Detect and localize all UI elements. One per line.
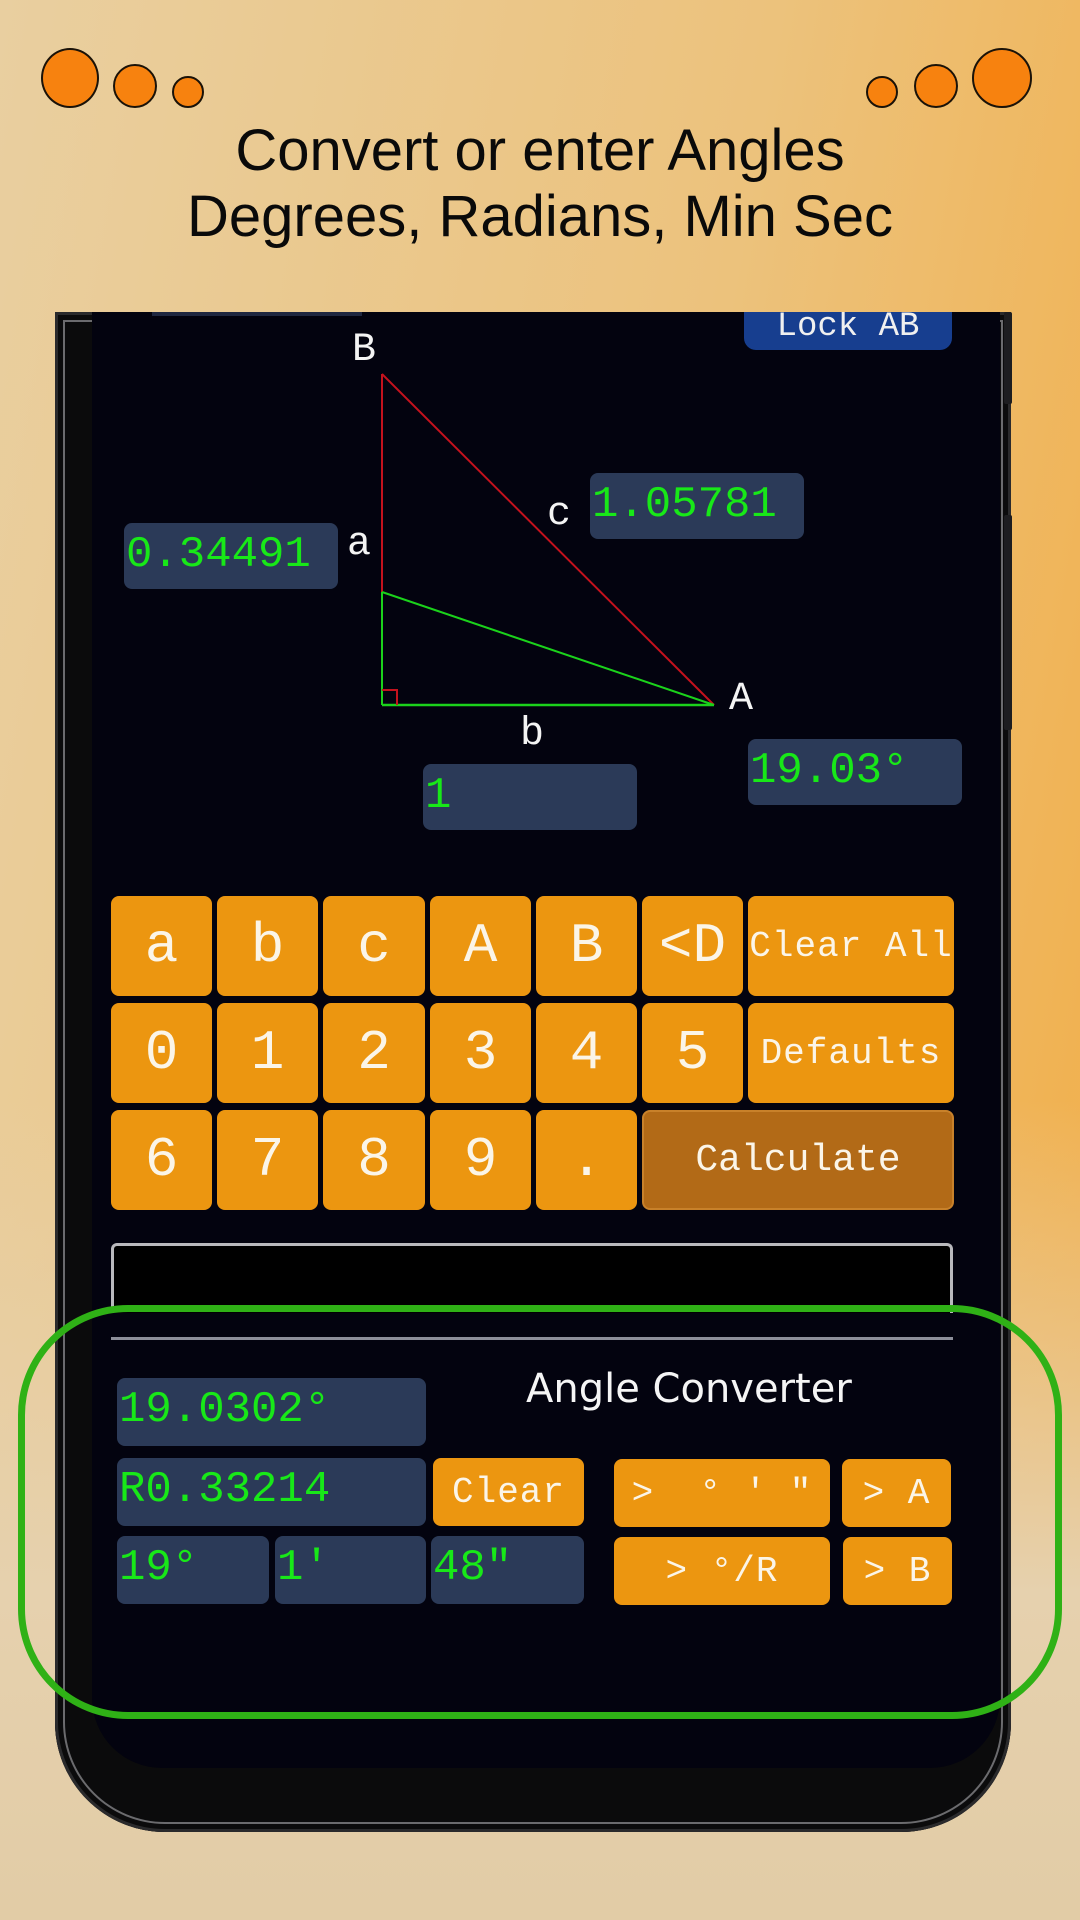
degrees-field[interactable]: 19.0302°: [117, 1378, 426, 1446]
key-A[interactable]: A: [430, 896, 531, 996]
dms-seconds-field[interactable]: 48": [431, 1536, 584, 1604]
key-backspace[interactable]: <D: [642, 896, 743, 996]
side-c-field[interactable]: 1.05781: [590, 473, 804, 539]
key-3[interactable]: 3: [430, 1003, 531, 1103]
decorative-dot-small-right: [866, 76, 898, 108]
phone-volume-button: [1004, 312, 1012, 404]
vertex-label-A: A: [729, 677, 754, 722]
bisector-line: [381, 591, 715, 706]
decorative-dot-small-left: [172, 76, 204, 108]
send-to-A-button[interactable]: > A: [842, 1459, 951, 1527]
phone-power-button: [1004, 515, 1012, 730]
convert-to-deg-rad-button[interactable]: > °/R: [614, 1537, 830, 1605]
key-4[interactable]: 4: [536, 1003, 637, 1103]
app-screen: Lock AB B a c A b 0.34491 1.05781 1 19.0…: [92, 312, 1000, 1768]
decorative-dot-large-right: [972, 48, 1032, 108]
key-B[interactable]: B: [536, 896, 637, 996]
dms-minutes-field[interactable]: 1': [275, 1536, 426, 1604]
calculate-button[interactable]: Calculate: [642, 1110, 954, 1210]
key-1[interactable]: 1: [217, 1003, 318, 1103]
headline-line-2: Degrees, Radians, Min Sec: [187, 184, 893, 249]
side-label-c: c: [547, 492, 572, 537]
defaults-button[interactable]: Defaults: [748, 1003, 954, 1103]
decorative-dot-medium-left: [113, 64, 157, 108]
section-divider: [111, 1337, 953, 1340]
headline-line-1: Convert or enter Angles: [235, 118, 845, 183]
output-bar: [111, 1243, 953, 1313]
key-6[interactable]: 6: [111, 1110, 212, 1210]
side-b-field[interactable]: 1: [423, 764, 637, 830]
key-2[interactable]: 2: [323, 1003, 425, 1103]
key-9[interactable]: 9: [430, 1110, 531, 1210]
side-label-a: a: [347, 522, 372, 567]
vertex-label-B: B: [352, 328, 377, 373]
side-c-line-hypotenuse: [381, 373, 715, 706]
key-7[interactable]: 7: [217, 1110, 318, 1210]
key-b[interactable]: b: [217, 896, 318, 996]
side-a-field[interactable]: 0.34491: [124, 523, 338, 589]
decorative-dot-large-left: [41, 48, 99, 108]
dms-degrees-field[interactable]: 19°: [117, 1536, 269, 1604]
key-c[interactable]: c: [323, 896, 425, 996]
right-angle-marker: [382, 689, 398, 705]
convert-to-dms-button[interactable]: > ° ' ": [614, 1459, 830, 1527]
angle-A-field[interactable]: 19.03°: [748, 739, 962, 805]
key-0[interactable]: 0: [111, 1003, 212, 1103]
key-decimal[interactable]: .: [536, 1110, 637, 1210]
send-to-B-button[interactable]: > B: [843, 1537, 952, 1605]
converter-clear-button[interactable]: Clear: [433, 1458, 584, 1526]
radians-field[interactable]: R0.33214: [117, 1458, 426, 1526]
angle-converter-title: Angle Converter: [526, 1366, 852, 1412]
clear-all-button[interactable]: Clear All: [748, 896, 954, 996]
side-label-b: b: [520, 712, 545, 757]
key-5[interactable]: 5: [642, 1003, 743, 1103]
key-8[interactable]: 8: [323, 1110, 425, 1210]
decorative-dot-medium-right: [914, 64, 958, 108]
key-a[interactable]: a: [111, 896, 212, 996]
